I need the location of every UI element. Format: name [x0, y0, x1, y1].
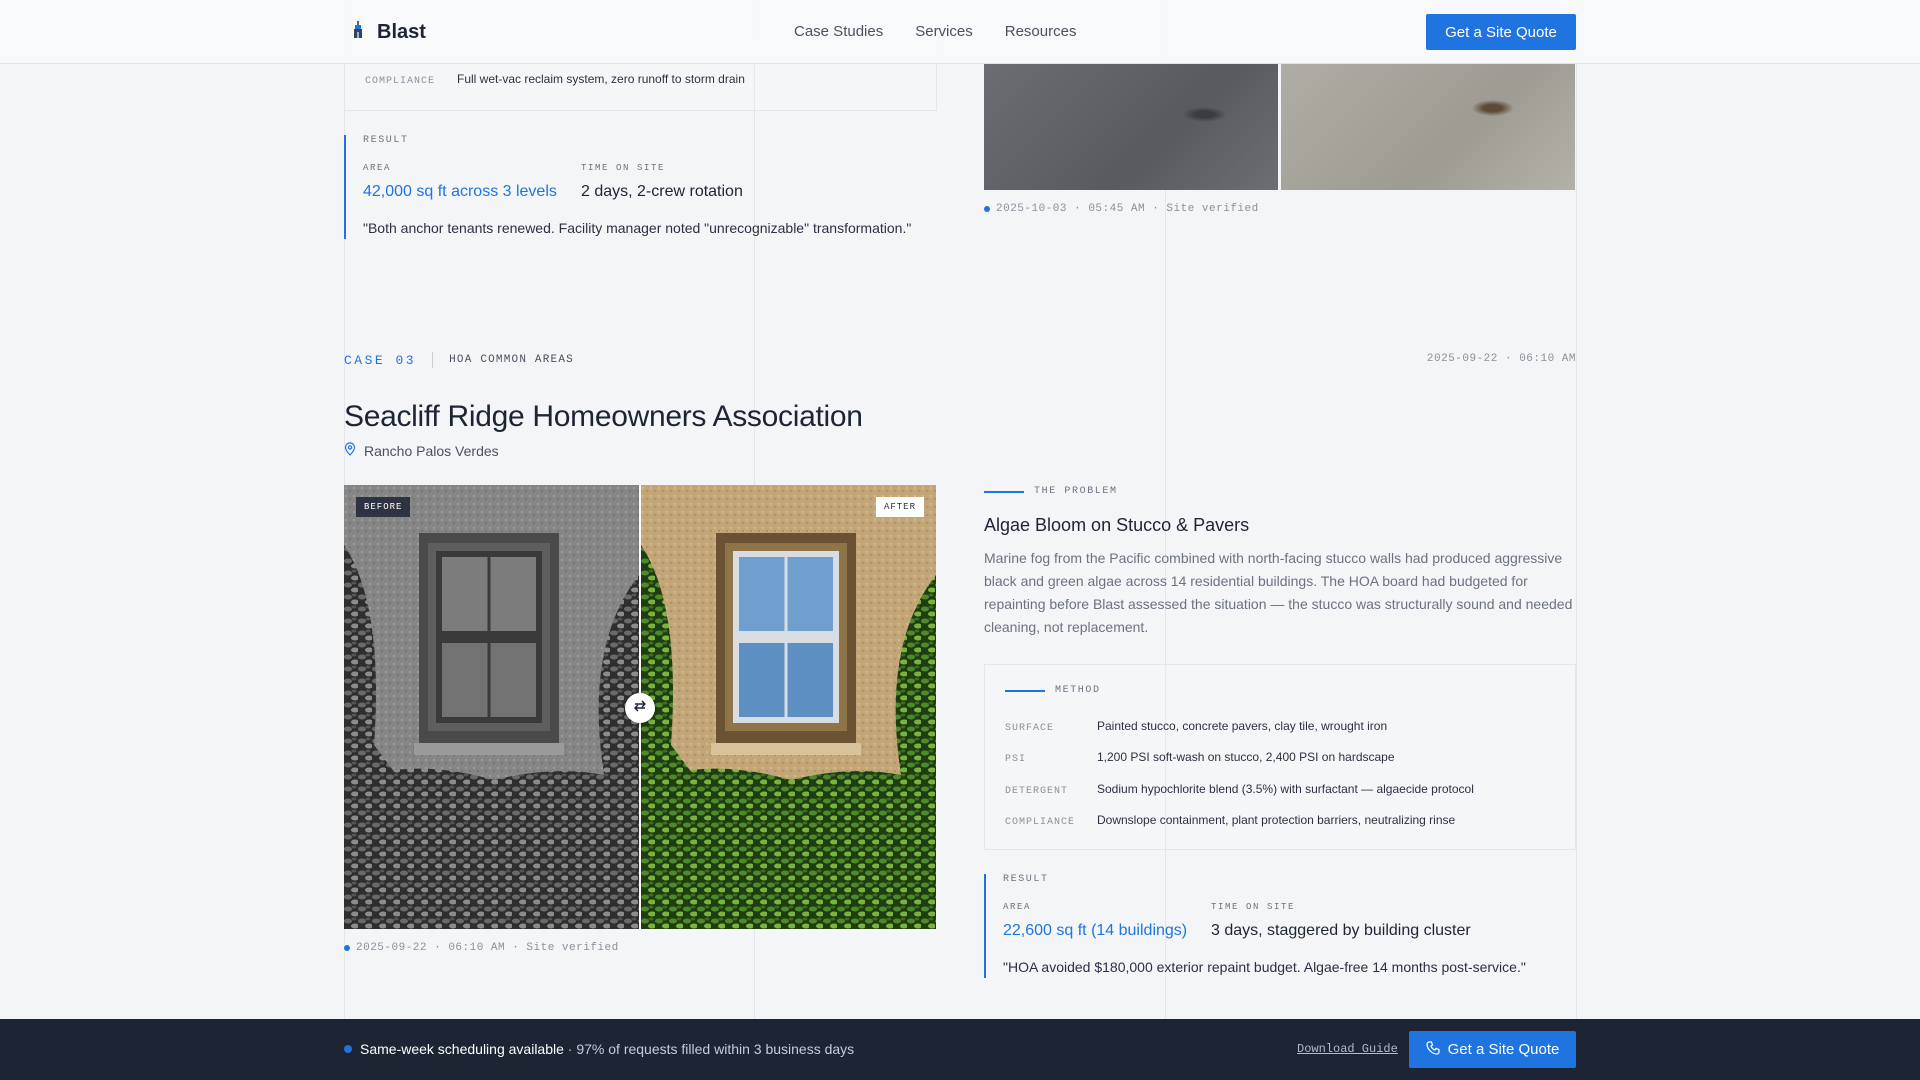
- result-quote: "HOA avoided $180,000 exterior repaint b…: [1003, 959, 1526, 975]
- spec-key: COMPLIANCE: [1005, 817, 1076, 828]
- verified-dot-icon: [344, 945, 350, 951]
- scheduling-message: Same-week scheduling available · 97% of …: [344, 1041, 854, 1057]
- accent-rule: [1005, 689, 1045, 692]
- spec-value: Downslope containment, plant protection …: [1097, 813, 1456, 827]
- area-label: AREA: [363, 163, 392, 173]
- area-value: 42,000 sq ft across 3 levels: [363, 183, 557, 200]
- tower-logo-icon: [351, 20, 365, 45]
- spec-value: 1,200 PSI soft-wash on stucco, 2,400 PSI…: [1097, 750, 1395, 764]
- spec-row: DETERGENT Sodium hypochlorite blend (3.5…: [1005, 782, 1474, 797]
- spec-row: SURFACE Painted stucco, concrete pavers,…: [1005, 719, 1387, 734]
- case-number: CASE 03: [344, 352, 417, 368]
- case02-after-photo: [1281, 64, 1575, 190]
- scheduling-highlight: Same-week scheduling available: [360, 1041, 564, 1057]
- case02-before-photo: [984, 64, 1278, 190]
- verified-dot-icon: [984, 206, 990, 212]
- main-nav: Case Studies Services Resources: [794, 23, 1076, 40]
- spec-row: PSI 1,200 PSI soft-wash on stucco, 2,400…: [1005, 750, 1395, 765]
- case-location: Rancho Palos Verdes: [344, 442, 499, 459]
- case03-result: RESULT AREA 22,600 sq ft (14 buildings) …: [984, 874, 1577, 978]
- case02-timestamp: 2025-10-03 · 05:45 AM · Site verified: [984, 203, 1259, 215]
- scheduling-detail: · 97% of requests filled within 3 busine…: [563, 1041, 855, 1057]
- method-label: METHOD: [1005, 685, 1101, 696]
- problem-title: Algae Bloom on Stucco & Pavers: [984, 515, 1250, 535]
- spec-key: PSI: [1005, 754, 1027, 765]
- map-pin-icon: [344, 442, 356, 459]
- case-tag: CASE 03 HOA COMMON AREAS: [344, 352, 574, 368]
- brand[interactable]: Blast: [351, 20, 426, 45]
- spec-value: Painted stucco, concrete pavers, clay ti…: [1097, 719, 1388, 733]
- phone-icon: [1426, 1040, 1440, 1059]
- spec-row: COMPLIANCE Downslope containment, plant …: [1005, 813, 1455, 828]
- download-guide-link[interactable]: Download Guide: [1297, 1042, 1398, 1056]
- before-photo: BEFORE: [344, 485, 639, 929]
- spec-row: COMPLIANCE Full wet-vac reclaim system, …: [365, 72, 745, 87]
- swap-arrows-icon: [633, 699, 647, 717]
- location-text: Rancho Palos Verdes: [364, 442, 499, 459]
- result-label: RESULT: [363, 135, 409, 146]
- time-value: 2 days, 2-crew rotation: [581, 183, 743, 200]
- sticky-cta-bar: Same-week scheduling available · 97% of …: [0, 1019, 1920, 1080]
- spec-key: DETERGENT: [1005, 786, 1069, 797]
- time-value: 3 days, staggered by building cluster: [1211, 922, 1471, 939]
- before-after-slider[interactable]: BEFORE AFTER: [344, 485, 936, 929]
- slider-handle[interactable]: [625, 693, 655, 723]
- time-label: TIME ON SITE: [581, 163, 666, 173]
- header-quote-button[interactable]: Get a Site Quote: [1426, 14, 1576, 50]
- before-badge: BEFORE: [356, 497, 411, 517]
- result-quote: "Both anchor tenants renewed. Facility m…: [363, 220, 912, 236]
- status-dot-icon: [344, 1045, 352, 1053]
- footer-quote-label: Get a Site Quote: [1447, 1041, 1560, 1058]
- problem-label: THE PROBLEM: [984, 486, 1118, 497]
- problem-label-text: THE PROBLEM: [1034, 486, 1118, 497]
- case-title: Seacliff Ridge Homeowners Association: [344, 400, 863, 433]
- case03-photo-timestamp: 2025-09-22 · 06:10 AM · Site verified: [344, 942, 619, 954]
- brand-name: Blast: [377, 21, 426, 43]
- after-badge: AFTER: [875, 497, 924, 517]
- case02-result: RESULT AREA 42,000 sq ft across 3 levels…: [344, 135, 937, 239]
- nav-resources[interactable]: Resources: [1005, 23, 1077, 40]
- nav-services[interactable]: Services: [915, 23, 973, 40]
- timestamp-text: 2025-10-03 · 05:45 AM · Site verified: [996, 203, 1259, 215]
- site-header: Blast Case Studies Services Resources Ge…: [0, 0, 1920, 64]
- area-label: AREA: [1003, 902, 1032, 912]
- spec-value: Sodium hypochlorite blend (3.5%) with su…: [1097, 782, 1474, 796]
- case-date: 2025-09-22 · 06:10 AM: [1426, 353, 1576, 365]
- divider: [432, 352, 434, 368]
- nav-case-studies[interactable]: Case Studies: [794, 23, 883, 40]
- case-category: HOA COMMON AREAS: [449, 354, 574, 366]
- spec-key: COMPLIANCE: [365, 76, 436, 87]
- spec-value: Full wet-vac reclaim system, zero runoff…: [457, 72, 745, 86]
- accent-rule: [984, 490, 1024, 493]
- method-box: METHOD SURFACE Painted stucco, concrete …: [984, 664, 1576, 850]
- after-photo: AFTER: [641, 485, 936, 929]
- method-label-text: METHOD: [1055, 685, 1101, 696]
- result-label: RESULT: [1003, 874, 1049, 885]
- problem-text: Marine fog from the Pacific combined wit…: [984, 550, 1573, 635]
- timestamp-text: 2025-09-22 · 06:10 AM · Site verified: [356, 942, 619, 954]
- area-value: 22,600 sq ft (14 buildings): [1003, 922, 1188, 939]
- footer-quote-button[interactable]: Get a Site Quote: [1409, 1031, 1576, 1068]
- time-label: TIME ON SITE: [1211, 902, 1296, 912]
- spec-key: SURFACE: [1005, 723, 1055, 734]
